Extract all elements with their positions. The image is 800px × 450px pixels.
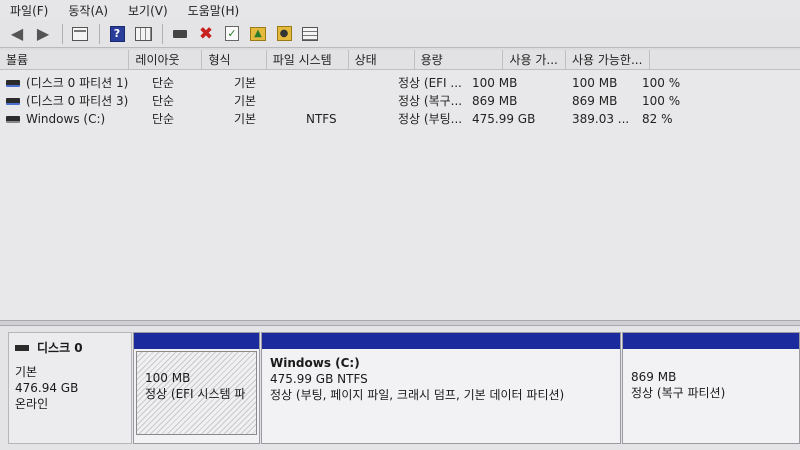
capacity-cell: 869 MB	[472, 94, 518, 108]
partition-body: Windows (C:) 475.99 GB NTFS 정상 (부팅, 페이지 …	[262, 349, 620, 409]
explore-icon: ●	[276, 26, 292, 41]
column-header-capacity[interactable]: 용량	[415, 50, 504, 70]
partition-windows[interactable]: Windows (C:) 475.99 GB NTFS 정상 (부팅, 페이지 …	[261, 332, 621, 444]
partition-efi[interactable]: 100 MB 정상 (EFI 시스템 파	[133, 332, 260, 444]
partition-status: 정상 (복구 파티션)	[631, 386, 726, 400]
volume-icon	[6, 97, 20, 105]
capacity-cell: 475.99 GB	[472, 112, 536, 126]
type-cell: 기본	[234, 76, 257, 90]
menu-bar: 파일(F) 동작(A) 보기(V) 도움말(H)	[0, 0, 800, 20]
toolbar-separator	[62, 23, 63, 44]
free-space-cell: 389.03 ...	[572, 112, 630, 126]
volume-name-cell: (디스크 0 파티션 1)	[0, 74, 146, 92]
disk-status: 온라인	[15, 397, 49, 411]
volume-list: 볼륨 레이아웃 형식 파일 시스템 상태 용량 사용 가... 사용 가능한..…	[0, 50, 800, 320]
column-header-volume[interactable]: 볼륨	[0, 50, 130, 70]
column-header-empty	[650, 50, 800, 70]
layout-cell: 단순	[152, 112, 175, 126]
forward-button[interactable]: ▶	[32, 23, 54, 45]
free-space-cell: 869 MB	[572, 94, 618, 108]
partition-size: 100 MB	[145, 371, 191, 385]
partition-bar	[134, 333, 259, 349]
back-button[interactable]: ◀	[6, 23, 28, 45]
table-row[interactable]: (디스크 0 파티션 3) 단순 기본 정상 (복구... 869 MB 869…	[0, 92, 800, 110]
filesystem-cell: NTFS	[306, 112, 337, 126]
partition-size: 475.99 GB NTFS	[270, 372, 368, 386]
volume-name: (디스크 0 파티션 1)	[26, 76, 129, 90]
status-cell: 정상 (EFI ...	[398, 76, 462, 90]
free-percent-cell: 82 %	[642, 112, 673, 126]
connect-disk-button[interactable]	[169, 23, 191, 45]
volume-icon	[6, 115, 20, 123]
type-cell: 기본	[234, 112, 257, 126]
toolbar-separator	[162, 23, 163, 44]
disk-name: 디스크 0	[37, 341, 83, 355]
open-folder-button[interactable]: ▲	[247, 23, 269, 45]
column-header-layout[interactable]: 레이아웃	[129, 50, 203, 70]
filesystem-cell	[300, 74, 392, 92]
disk-type: 기본	[15, 365, 38, 379]
back-arrow-icon: ◀	[10, 24, 24, 43]
layout-cell: 단순	[152, 94, 175, 108]
column-header-status[interactable]: 상태	[349, 50, 415, 70]
delete-icon: ✖	[198, 23, 214, 44]
help-icon: ?	[109, 25, 125, 42]
free-percent-cell: 100 %	[642, 76, 681, 90]
console-tree-icon	[72, 26, 88, 41]
partition-body: 100 MB 정상 (EFI 시스템 파	[136, 351, 257, 435]
table-header: 볼륨 레이아웃 형식 파일 시스템 상태 용량 사용 가... 사용 가능한..…	[0, 50, 800, 70]
disk-info-panel[interactable]: 디스크 0 기본 476.94 GB 온라인	[8, 332, 132, 444]
connect-disk-icon	[173, 29, 187, 38]
column-header-type[interactable]: 형식	[202, 50, 267, 70]
volume-name: (디스크 0 파티션 3)	[26, 94, 129, 108]
status-cell: 정상 (복구...	[398, 94, 463, 108]
check-icon: ✓	[225, 26, 239, 41]
disk-icon	[15, 344, 29, 351]
column-header-free-space[interactable]: 사용 가...	[503, 50, 566, 70]
volume-name-cell: (디스크 0 파티션 3)	[0, 92, 146, 110]
disk-title: 디스크 0	[15, 339, 125, 356]
type-cell: 기본	[234, 94, 257, 108]
partition-status: 정상 (EFI 시스템 파	[145, 387, 246, 401]
volume-name-cell: Windows (C:)	[0, 110, 146, 128]
volume-name: Windows (C:)	[26, 112, 106, 126]
column-header-filesystem[interactable]: 파일 시스템	[267, 50, 349, 70]
forward-arrow-icon: ▶	[36, 24, 50, 43]
menu-file[interactable]: 파일(F)	[10, 2, 48, 19]
volume-icon	[6, 79, 20, 87]
check-button[interactable]: ✓	[221, 23, 243, 45]
properties-list-icon	[302, 26, 318, 41]
free-space-cell: 100 MB	[572, 76, 618, 90]
partition-size: 869 MB	[631, 370, 677, 384]
toolbar-separator	[99, 23, 100, 44]
menu-action[interactable]: 동작(A)	[68, 2, 108, 19]
console-tree-button[interactable]	[69, 23, 91, 45]
delete-button[interactable]: ✖	[195, 23, 217, 45]
disk-list-icon	[134, 26, 152, 41]
partition-status: 정상 (부팅, 페이지 파일, 크래시 덤프, 기본 데이터 파티션)	[270, 388, 565, 402]
open-folder-icon: ▲	[250, 26, 266, 41]
capacity-cell: 100 MB	[472, 76, 518, 90]
disk-map: 디스크 0 기본 476.94 GB 온라인 100 MB 정상 (EFI 시스…	[0, 326, 800, 450]
properties-button[interactable]	[299, 23, 321, 45]
free-percent-cell: 100 %	[642, 94, 681, 108]
layout-cell: 단순	[152, 76, 175, 90]
partition-body: 869 MB 정상 (복구 파티션)	[623, 349, 799, 407]
partition-bar	[262, 333, 620, 349]
filesystem-cell	[300, 92, 392, 110]
partition-bar	[623, 333, 799, 349]
disk-size: 476.94 GB	[15, 381, 79, 395]
explore-button[interactable]: ●	[273, 23, 295, 45]
menu-help[interactable]: 도움말(H)	[188, 2, 240, 19]
disk-list-button[interactable]	[132, 23, 154, 45]
table-row[interactable]: Windows (C:) 단순 기본 NTFS 정상 (부팅... 475.99…	[0, 110, 800, 128]
partition-name: Windows (C:)	[270, 356, 360, 370]
toolbar: ◀ ▶ ? ✖ ✓ ▲ ●	[0, 20, 800, 48]
partition-recovery[interactable]: 869 MB 정상 (복구 파티션)	[622, 332, 800, 444]
menu-view[interactable]: 보기(V)	[128, 2, 168, 19]
column-header-free-percent[interactable]: 사용 가능한...	[566, 50, 650, 70]
status-cell: 정상 (부팅...	[398, 112, 463, 126]
help-button[interactable]: ?	[106, 23, 128, 45]
table-row[interactable]: (디스크 0 파티션 1) 단순 기본 정상 (EFI ... 100 MB 1…	[0, 74, 800, 92]
